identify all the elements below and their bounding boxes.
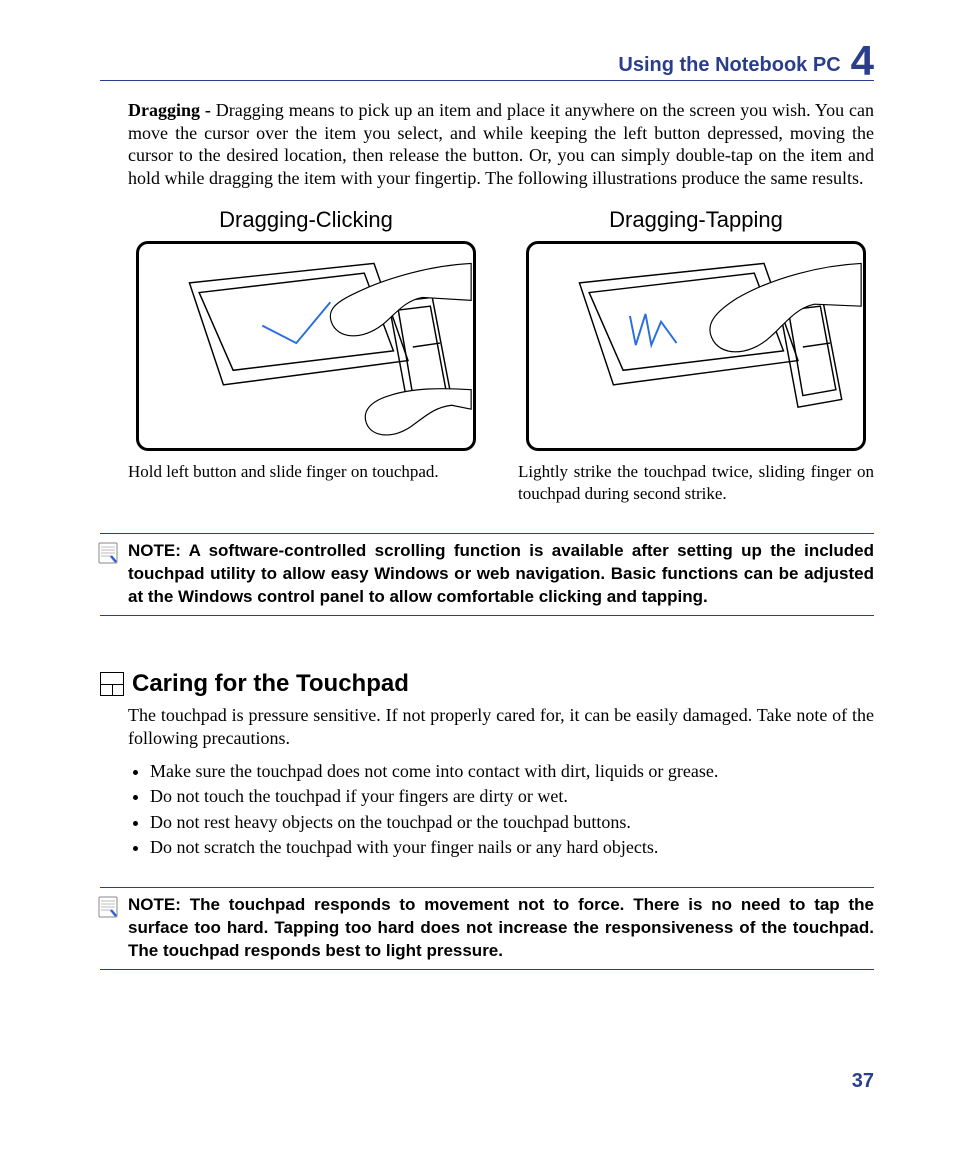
note-pressure: NOTE: The touchpad responds to movement … — [100, 887, 874, 970]
bullet-item: Do not touch the touchpad if your finger… — [150, 784, 874, 808]
bullet-item: Do not scratch the touchpad with your fi… — [150, 835, 874, 859]
paragraph-dragging: Dragging - Dragging means to pick up an … — [128, 99, 874, 189]
dragging-body: Dragging means to pick up an item and pl… — [128, 100, 874, 188]
section-caring-heading: Caring for the Touchpad — [100, 670, 874, 698]
chapter-number: 4 — [851, 40, 874, 82]
figure-caption-click: Hold left button and slide finger on tou… — [128, 461, 484, 483]
figure-dragging-tapping: Dragging-Tapping — [518, 207, 874, 505]
dragging-lead: Dragging - — [128, 100, 211, 120]
caring-intro: The touchpad is pressure sensitive. If n… — [128, 704, 874, 749]
note-scrolling: NOTE: A software-controlled scrolling fu… — [100, 533, 874, 616]
figure-title-click: Dragging-Clicking — [219, 207, 393, 233]
note-icon — [98, 542, 118, 564]
page-number: 37 — [852, 1070, 874, 1093]
section-title-caring: Caring for the Touchpad — [132, 670, 409, 698]
touchpad-grid-icon — [100, 672, 124, 696]
page-header: Using the Notebook PC 4 — [100, 36, 874, 81]
note1-text: NOTE: A software-controlled scrolling fu… — [100, 540, 874, 609]
bullet-item: Make sure the touchpad does not come int… — [150, 759, 874, 783]
figure-caption-tap: Lightly strike the touchpad twice, slidi… — [518, 461, 874, 505]
header-title: Using the Notebook PC — [618, 54, 840, 77]
figure-dragging-clicking: Dragging-Clicking — [128, 207, 484, 505]
figure-title-tap: Dragging-Tapping — [609, 207, 783, 233]
figure-illustration-tap — [526, 241, 866, 451]
bullet-item: Do not rest heavy objects on the touchpa… — [150, 810, 874, 834]
note2-text: NOTE: The touchpad responds to movement … — [100, 894, 874, 963]
note-icon — [98, 896, 118, 918]
caring-bullets: Make sure the touchpad does not come int… — [128, 759, 874, 859]
figure-illustration-click — [136, 241, 476, 451]
figures-row: Dragging-Clicking — [128, 207, 874, 505]
